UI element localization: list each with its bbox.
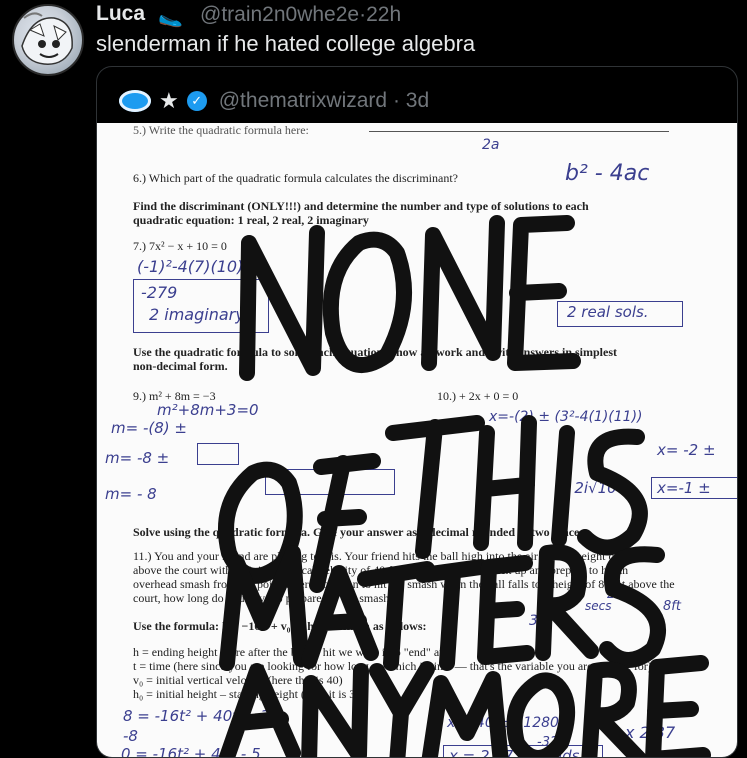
quoted-header: ★ ✓ @thematrixwizard · 3d xyxy=(119,87,429,115)
author-handle[interactable]: @train2n0whe2e xyxy=(200,3,359,26)
quoted-handle: @thematrixwizard xyxy=(218,89,388,112)
author-avatar[interactable] xyxy=(12,4,84,76)
tweet-text: slenderman if he hated college algebra xyxy=(96,31,476,56)
quoted-tweet-card[interactable]: ★ ✓ @thematrixwizard · 3d 5.) Write the … xyxy=(96,66,738,758)
post-time[interactable]: 22h xyxy=(366,3,401,26)
worksheet-image[interactable]: 5.) Write the quadratic formula here: 2a… xyxy=(97,123,737,757)
quoted-time: 3d xyxy=(405,89,430,112)
avatar-illustration xyxy=(21,12,73,65)
quoted-separator: · xyxy=(392,89,400,112)
graffiti-overlay xyxy=(218,215,711,757)
quoted-avatar[interactable] xyxy=(119,90,151,112)
shoe-emoji: 🥿 xyxy=(158,6,183,28)
author-name[interactable]: Luca xyxy=(96,2,145,26)
quoted-handle-time[interactable]: @thematrixwizard · 3d xyxy=(219,89,429,113)
verified-badge-icon: ✓ xyxy=(186,91,207,111)
author-handle-time[interactable]: @train2n0whe2e·22h xyxy=(200,3,401,27)
star-icon: ★ xyxy=(159,88,179,113)
